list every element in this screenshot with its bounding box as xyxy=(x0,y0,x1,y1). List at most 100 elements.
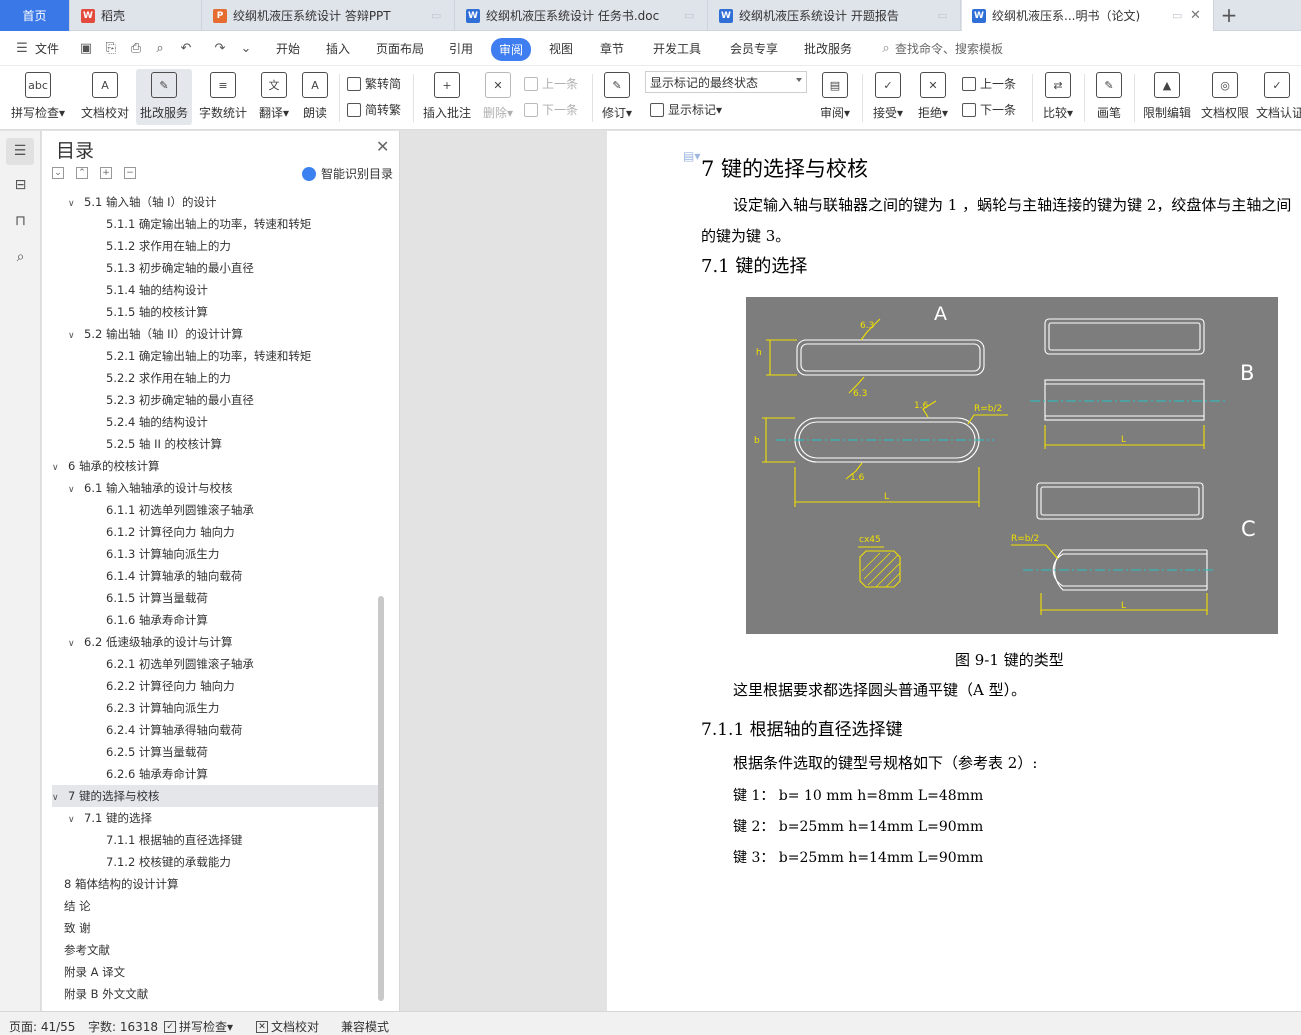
tab-ppt[interactable]: P 绞纲机液压系统设计 答辩PPT ▭ xyxy=(203,0,455,31)
toc-item[interactable]: 5.2.2 求作用在轴上的力 xyxy=(52,367,378,389)
simp-to-trad-button[interactable]: 简转繁 xyxy=(347,101,401,118)
toc-item[interactable]: ∨ 5.2 输出轴（轴 II）的设计计算 xyxy=(52,323,378,345)
compare-button[interactable]: ⇄ 比较▾ xyxy=(1038,69,1078,125)
toc-item[interactable]: ∨ 6.1 输入轴轴承的设计与校核 xyxy=(52,477,378,499)
toc-item[interactable]: 5.2.5 轴 II 的校核计算 xyxy=(52,433,378,455)
show-markup-button[interactable]: 显示标记 ▾ xyxy=(650,101,722,118)
chevron-down-icon[interactable]: ∨ xyxy=(68,809,78,831)
toc-item[interactable]: 6.2.5 计算当量载荷 xyxy=(52,741,378,763)
toc-item[interactable]: 6.2.6 轴承寿命计算 xyxy=(52,763,378,785)
toc-item[interactable]: 附录 A 译文 xyxy=(52,961,378,983)
tab-thesis[interactable]: W 绞纲机液压系...明书（论文) ▭ ✕ xyxy=(962,0,1214,31)
next-change-button[interactable]: 下一条 xyxy=(962,101,1016,118)
word-count-indicator[interactable]: 字数: 16318 xyxy=(88,1018,158,1035)
menu-item-devtools[interactable]: 开发工具 xyxy=(653,40,701,57)
add-heading-icon[interactable]: + xyxy=(100,167,112,179)
tab-home[interactable]: 首页 xyxy=(0,0,70,31)
markup-state-select[interactable]: 显示标记的最终状态 xyxy=(645,71,807,93)
chevron-down-icon[interactable]: ∨ xyxy=(68,193,78,215)
close-icon[interactable]: ✕ xyxy=(1190,9,1203,22)
search-icon[interactable]: ⌕ xyxy=(11,248,30,267)
doc-certify-button[interactable]: ✓ 文档认证 xyxy=(1256,69,1301,125)
trad-to-simp-button[interactable]: 繁转简 xyxy=(347,75,401,92)
toc-item[interactable]: 5.1.2 求作用在轴上的力 xyxy=(52,235,378,257)
doc-permission-button[interactable]: ◎ 文档权限 xyxy=(1198,69,1252,125)
save-icon[interactable]: ▣ xyxy=(78,41,94,57)
tab-docer[interactable]: W 稻壳 xyxy=(71,0,202,31)
toc-item[interactable]: 6.1.3 计算轴向派生力 xyxy=(52,543,378,565)
menu-item-member[interactable]: 会员专享 xyxy=(730,40,778,57)
toc-item[interactable]: 5.1.5 轴的校核计算 xyxy=(52,301,378,323)
menu-item-start[interactable]: 开始 xyxy=(276,40,300,57)
spell-check-button[interactable]: abc 拼写检查▾ xyxy=(6,69,70,125)
toc-item[interactable]: 5.2.4 轴的结构设计 xyxy=(52,411,378,433)
next-comment-button[interactable]: 下一条 xyxy=(524,101,578,118)
screen-icon[interactable]: ▭ xyxy=(684,9,697,22)
read-aloud-button[interactable]: A 朗读 xyxy=(298,69,332,125)
toc-item[interactable]: 6.1.5 计算当量载荷 xyxy=(52,587,378,609)
toc-item[interactable]: ∨ 5.1 输入轴（轴 I）的设计 xyxy=(52,191,378,213)
toc-item[interactable]: 6.2.3 计算轴向派生力 xyxy=(52,697,378,719)
print-preview-icon[interactable]: ⌕ xyxy=(152,41,168,57)
chevron-down-icon[interactable]: ∨ xyxy=(52,457,62,479)
toc-item[interactable]: 5.1.1 确定输出轴上的功率，转速和转矩 xyxy=(52,213,378,235)
toc-item[interactable]: 致 谢 xyxy=(52,917,378,939)
key-types-figure[interactable]: A B C 6.3 6.3 1.6 1.6 R=b/2 R=b/2 h b L … xyxy=(746,297,1278,634)
export-icon[interactable]: ⎘ xyxy=(103,41,119,57)
toc-item[interactable]: 6.1.6 轴承寿命计算 xyxy=(52,609,378,631)
collapse-all-icon[interactable]: ⌄ xyxy=(52,167,64,179)
paragraph-mark-icon[interactable]: ▤▾ xyxy=(683,149,700,165)
translate-button[interactable]: 文翻译▾ xyxy=(254,69,294,125)
chevron-down-icon[interactable]: ∨ xyxy=(68,633,78,655)
toc-item[interactable]: 附录 B 外文文献 xyxy=(52,983,378,1005)
screen-icon[interactable]: ▭ xyxy=(1172,9,1185,22)
menu-item-insert[interactable]: 插入 xyxy=(326,40,350,57)
command-search[interactable]: 查找命令、搜索模板 xyxy=(895,40,1003,57)
toc-item[interactable]: 参考文献 xyxy=(52,939,378,961)
page-indicator[interactable]: 页面: 41/55 xyxy=(9,1018,75,1035)
chevron-down-icon[interactable]: ∨ xyxy=(68,325,78,347)
new-tab-button[interactable]: + xyxy=(1216,3,1242,28)
chapter-nav-icon[interactable]: ⊟ xyxy=(11,176,30,195)
tab-task[interactable]: W 绞纲机液压系统设计 任务书.doc ▭ xyxy=(456,0,708,31)
tab-proposal[interactable]: W 绞纲机液压系统设计 开题报告 ▭ xyxy=(709,0,961,31)
bookmark-icon[interactable]: ⊓ xyxy=(11,212,30,231)
grading-service-button[interactable]: ✎ 批改服务 xyxy=(136,69,192,125)
toc-item[interactable]: ∨ 6.2 低速级轴承的设计与计算 xyxy=(52,631,378,653)
document-page[interactable]: ▤▾ 7 键的选择与校核 设定输入轴与联轴器之间的键为 1 ，蜗轮与主轴连接的键… xyxy=(607,131,1301,1011)
chevron-down-icon[interactable]: ⌄ xyxy=(238,41,254,57)
proofread-button[interactable]: A 文档校对 xyxy=(78,69,132,125)
close-icon[interactable]: ✕ xyxy=(376,137,389,156)
nav-scrollbar[interactable] xyxy=(378,596,384,1001)
toc-item[interactable]: 6.1.2 计算径向力 轴向力 xyxy=(52,521,378,543)
restrict-edit-button[interactable]: ▲ 限制编辑 xyxy=(1140,69,1194,125)
toc-item[interactable]: 7.1.2 校核键的承载能力 xyxy=(52,851,378,873)
toc-panel-icon[interactable]: ☰ xyxy=(6,138,34,165)
pen-button[interactable]: ✎ 画笔 xyxy=(1090,69,1128,125)
menu-item-view[interactable]: 视图 xyxy=(549,40,573,57)
screen-icon[interactable]: ▭ xyxy=(937,9,950,22)
prev-change-button[interactable]: 上一条 xyxy=(962,75,1016,92)
menu-item-grading[interactable]: 批改服务 xyxy=(804,40,852,57)
reject-button[interactable]: ✕ 拒绝▾ xyxy=(913,69,953,125)
expand-level-icon[interactable]: ⌃ xyxy=(76,167,88,179)
toc-item[interactable]: ∨ 6 轴承的校核计算 xyxy=(52,455,378,477)
toc-item[interactable]: ∨ 7 键的选择与校核 xyxy=(52,785,378,807)
track-changes-button[interactable]: ✎ 修订▾ xyxy=(598,69,636,125)
menu-item-reference[interactable]: 引用 xyxy=(449,40,473,57)
undo-icon[interactable]: ↶ xyxy=(178,41,194,57)
toc-item[interactable]: 5.2.3 初步确定轴的最小直径 xyxy=(52,389,378,411)
toc-item[interactable]: 6.2.1 初选单列圆锥滚子轴承 xyxy=(52,653,378,675)
screen-icon[interactable]: ▭ xyxy=(431,9,444,22)
toc-item[interactable]: 8 箱体结构的设计计算 xyxy=(52,873,378,895)
menu-item-review[interactable]: 审阅 xyxy=(491,38,532,61)
toc-item[interactable]: 5.1.4 轴的结构设计 xyxy=(52,279,378,301)
remove-heading-icon[interactable]: − xyxy=(124,167,136,179)
prev-comment-button[interactable]: 上一条 xyxy=(524,75,578,92)
print-icon[interactable]: ⎙ xyxy=(128,41,144,57)
smart-toc-button[interactable]: 智能识别目录 xyxy=(302,165,393,182)
accept-button[interactable]: ✓ 接受▾ xyxy=(868,69,908,125)
toc-item[interactable]: 6.2.2 计算径向力 轴向力 xyxy=(52,675,378,697)
toc-item[interactable]: 5.1.3 初步确定轴的最小直径 xyxy=(52,257,378,279)
menu-item-chapter[interactable]: 章节 xyxy=(600,40,624,57)
